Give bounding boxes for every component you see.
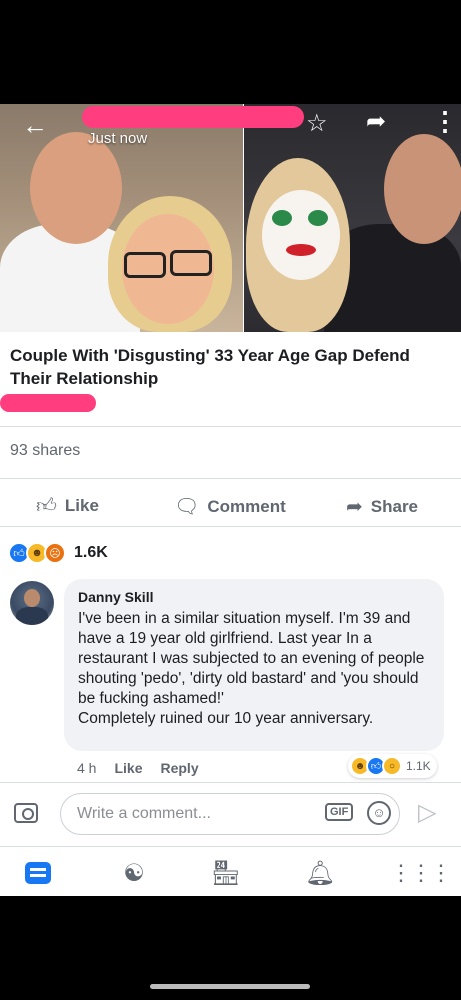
man-face [30, 132, 122, 244]
home-indicator[interactable] [150, 984, 310, 989]
redaction-mark-source [0, 394, 96, 412]
comment-reply-link[interactable]: Reply [160, 760, 198, 776]
reaction-count: 1.6K [74, 544, 108, 561]
facebook-post-screen: ← Just now ☆ ➦ ⋮ Couple With 'Disgusting… [0, 104, 461, 896]
comment-bubble[interactable]: Danny Skill I've been in a similar situa… [64, 579, 444, 751]
post-headline[interactable]: Couple With 'Disgusting' 33 Year Age Gap… [10, 344, 450, 390]
divider [0, 782, 461, 783]
post-image[interactable]: ← Just now ☆ ➦ ⋮ [0, 104, 461, 332]
comment-input-placeholder: Write a comment... [77, 805, 211, 822]
comment-meta: 4 h Like Reply [77, 760, 199, 776]
clown-eye-left [272, 210, 292, 226]
reaction-summary[interactable]: 👍︎ ☻ ☹ 1.6K [8, 542, 108, 564]
divider [0, 478, 461, 479]
comment-author[interactable]: Danny Skill [78, 589, 153, 605]
share-label: Share [370, 496, 419, 516]
share-arrow-icon[interactable]: ➦ [366, 110, 386, 134]
send-icon[interactable]: ▷ [418, 801, 436, 825]
comment-label: Comment [207, 496, 286, 516]
tab-notifications[interactable]: 🔔︎ [300, 857, 340, 889]
share-icon: ➦ [346, 496, 363, 518]
post-actions: 👍︎ Like 🗨︎ Comment ➦ Share [0, 488, 461, 524]
star-icon[interactable]: ☆ [306, 112, 328, 136]
like-label: Like [64, 496, 99, 515]
angry-reaction-icon: ☹ [44, 542, 66, 564]
share-button[interactable]: ➦ Share [346, 494, 418, 519]
comment-time: 4 h [77, 760, 97, 776]
comment-reactions[interactable]: ☻ 👍︎ ○ 1.1K [348, 754, 437, 778]
post-timestamp: Just now [88, 130, 148, 147]
clown-eye-right [308, 210, 328, 226]
clown-face [262, 190, 340, 280]
gif-icon[interactable]: GIF [325, 803, 354, 821]
clown-mouth [286, 244, 316, 256]
tab-menu[interactable]: ⋮⋮⋮ [390, 857, 452, 889]
comment-text: I've been in a similar situation myself.… [78, 610, 425, 727]
tab-marketplace[interactable]: 🏪︎ [206, 857, 246, 889]
divider [0, 426, 461, 427]
grid-menu-icon: ⋮⋮⋮ [390, 860, 452, 885]
comment-input[interactable]: Write a comment... GIF ☺ [60, 793, 400, 835]
camera-icon[interactable] [14, 803, 38, 823]
tab-news-feed[interactable] [18, 857, 58, 889]
marketplace-icon: 🏪︎ [210, 859, 242, 887]
glasses-right-lens [170, 250, 212, 276]
comment-like-link[interactable]: Like [114, 760, 142, 776]
back-arrow-icon[interactable]: ← [22, 112, 48, 138]
comment-composer: Write a comment... GIF ☺ ▷ [0, 789, 461, 839]
comment-reaction-count: 1.1K [406, 759, 431, 773]
thumbs-up-icon: 👍︎ [36, 495, 57, 517]
news-feed-icon [25, 862, 51, 884]
comment-bubble-icon: 🗨︎ [174, 496, 200, 518]
bell-icon: 🔔︎ [304, 859, 336, 887]
friends-icon: ☯ [123, 859, 145, 887]
man-clown-face [384, 134, 461, 244]
bottom-tab-bar: ☯ 🏪︎ 🔔︎ ⋮⋮⋮ [0, 846, 461, 896]
tab-friends[interactable]: ☯ [114, 857, 154, 889]
share-count[interactable]: 93 shares [10, 442, 80, 460]
comment-button[interactable]: 🗨︎ Comment [174, 494, 286, 519]
divider [0, 526, 461, 527]
top-bar: ← Just now ☆ ➦ ⋮ [0, 104, 461, 147]
more-vertical-icon[interactable]: ⋮ [432, 108, 458, 134]
like-button[interactable]: 👍︎ Like [36, 494, 99, 518]
wow-reaction-icon: ○ [382, 756, 402, 776]
glasses-left-lens [124, 252, 166, 278]
avatar[interactable] [10, 581, 54, 625]
emoji-icon[interactable]: ☺ [367, 801, 391, 825]
